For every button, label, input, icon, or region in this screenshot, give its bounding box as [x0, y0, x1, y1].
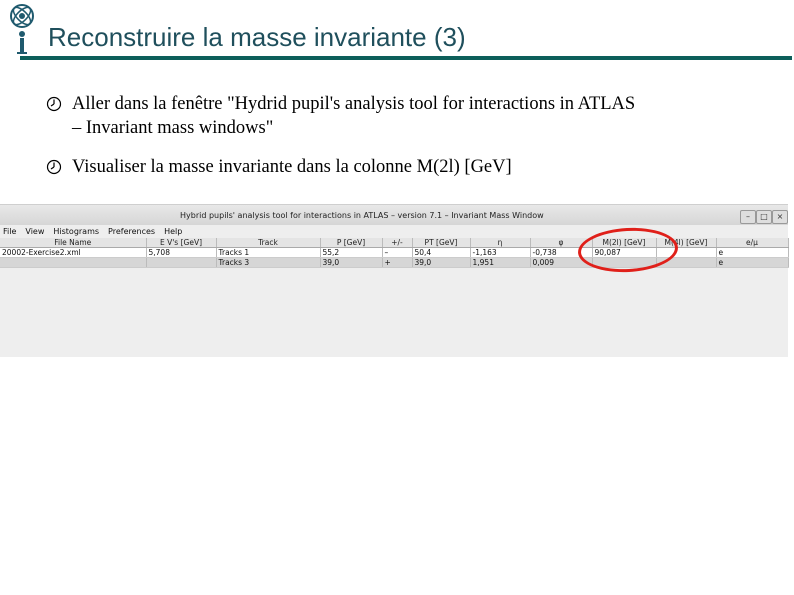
table-cell: – [382, 247, 413, 258]
table-cell: 20002-Exercise2.xml [0, 247, 147, 258]
column-header-track[interactable]: Track [216, 238, 321, 248]
column-header-charge[interactable]: +/- [382, 238, 413, 248]
column-header-eta[interactable]: η [470, 238, 531, 248]
minimize-button[interactable]: – [740, 210, 756, 224]
table-cell: e [716, 257, 789, 268]
bullet-item: Visualiser la masse invariante dans la c… [46, 155, 766, 179]
table-cell [0, 257, 147, 268]
table-cell: 50,4 [412, 247, 471, 258]
clock-bullet-icon [46, 96, 62, 112]
table-cell: + [382, 257, 413, 268]
column-header-evis[interactable]: E V's [GeV] [146, 238, 217, 248]
bullet-text: Visualiser la masse invariante dans la c… [72, 157, 512, 177]
maximize-button[interactable]: □ [756, 210, 772, 224]
table-cell: 39,0 [412, 257, 471, 268]
table-cell: 1,951 [470, 257, 531, 268]
window-titlebar[interactable]: Hybrid pupils' analysis tool for interac… [0, 205, 788, 225]
table-cell: 39,0 [320, 257, 383, 268]
column-header-file-name[interactable]: File Name [0, 238, 147, 248]
table-cell: 55,2 [320, 247, 383, 258]
table-empty-area [0, 270, 788, 357]
column-header-flavour[interactable]: e/μ [716, 238, 789, 248]
clock-bullet-icon [46, 159, 62, 175]
table-cell: -1,163 [470, 247, 531, 258]
close-button[interactable]: × [772, 210, 788, 224]
table-cell: e [716, 247, 789, 258]
table-cell: Tracks 1 [216, 247, 321, 258]
bullet-text: Aller dans la fenêtre "Hydrid pupil's an… [72, 94, 636, 114]
bullet-text-continued: – Invariant mass windows" [72, 118, 274, 138]
table-cell: 5,708 [146, 247, 217, 258]
column-header-pt[interactable]: PT [GeV] [412, 238, 471, 248]
cern-atlas-logo-icon [10, 4, 34, 54]
invariant-mass-window: Hybrid pupils' analysis tool for interac… [0, 204, 789, 357]
window-title: Hybrid pupils' analysis tool for interac… [180, 211, 544, 220]
table-cell: Tracks 3 [216, 257, 321, 268]
slide-title: Reconstruire la masse invariante (3) [48, 22, 466, 52]
title-divider [20, 56, 792, 60]
column-header-p[interactable]: P [GeV] [320, 238, 383, 248]
bullet-item: Aller dans la fenêtre "Hydrid pupil's an… [46, 92, 766, 140]
table-cell [146, 257, 217, 268]
